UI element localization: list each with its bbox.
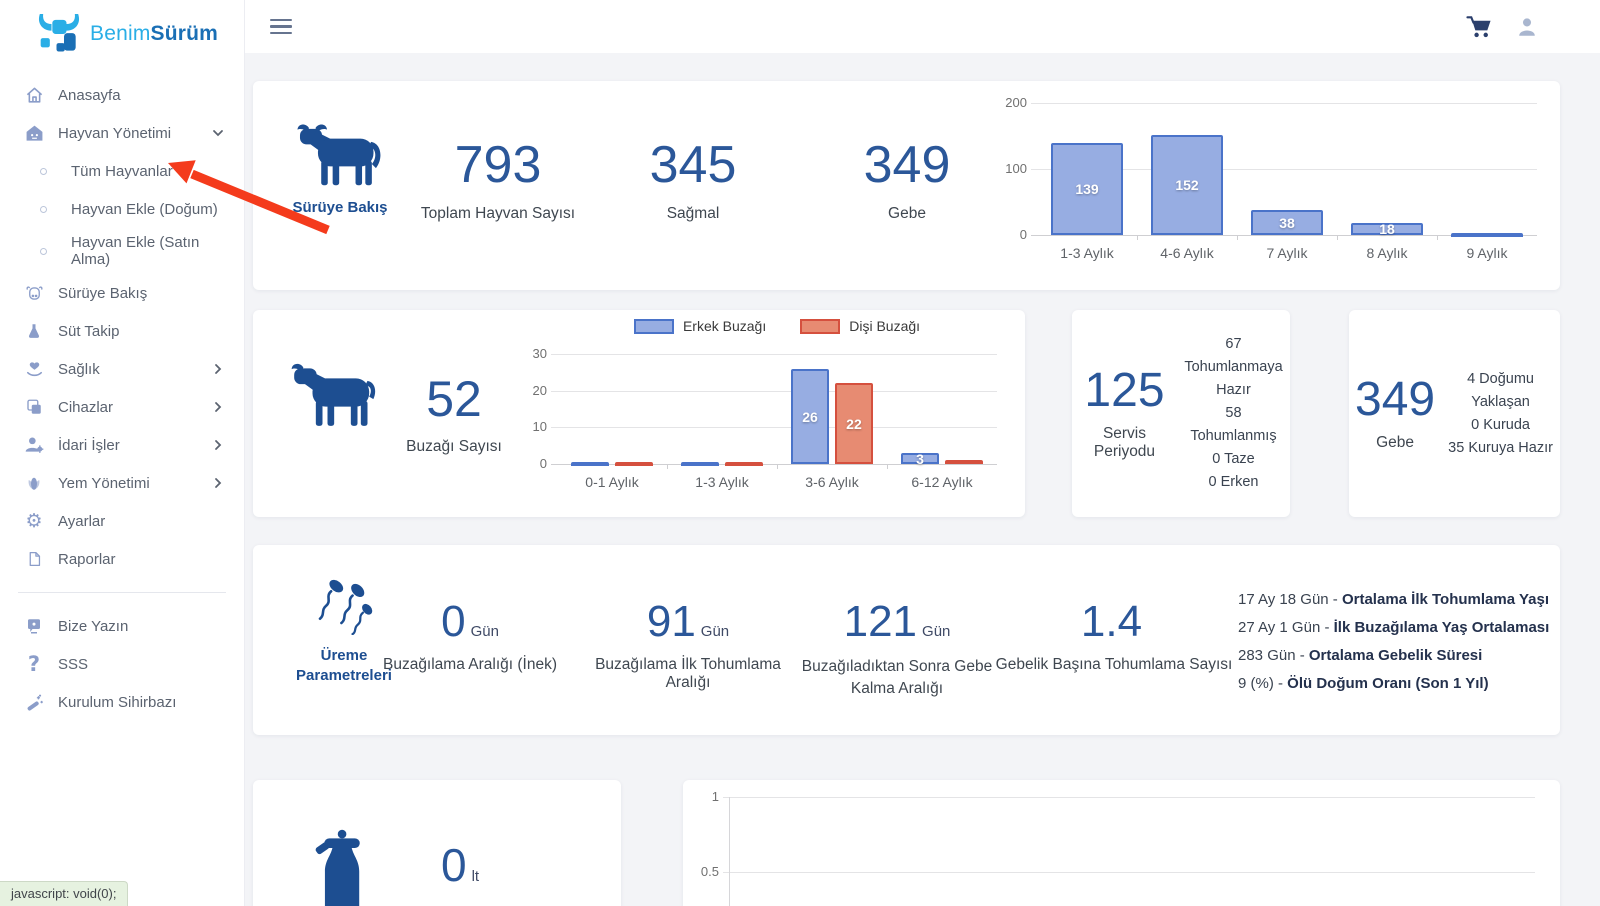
note-line: 27 Ay 1 Gün - İlk Buzağılama Yaş Ortalam… <box>1238 619 1550 636</box>
sidebar-item-bize-yazin[interactable]: Bize Yazın <box>0 607 244 645</box>
pregnant-details: 4 Doğumu Yaklaşan 0 Kuruda 35 Kuruya Haz… <box>1448 370 1553 456</box>
magic-wand-icon <box>24 692 44 712</box>
stat-pregnant-count: 349 Gebe <box>1355 372 1436 451</box>
gear-icon: ⚙ <box>25 509 43 532</box>
user-gear-icon <box>24 435 44 455</box>
sidebar-item-kurulum-sihirbazi[interactable]: Kurulum Sihirbazı <box>0 683 244 721</box>
chevron-right-icon <box>212 363 224 375</box>
corn-feed-icon <box>24 473 44 493</box>
sidebar-item-tum-hayvanlar[interactable]: Tüm Hayvanlar <box>0 152 244 190</box>
milk-chart: 0.5 1 <box>683 780 1560 906</box>
herd-overview-icon-block: Sürüye Bakış <box>267 123 413 218</box>
stat-calving-interval: 0 Gün Buzağılama Aralığı (İnek) <box>382 597 558 674</box>
sidebar-item-hayvan-ekle-dogum[interactable]: Hayvan Ekle (Doğum) <box>0 190 244 228</box>
note-line: 9 (%) - Ölü Doğum Oranı (Son 1 Yıl) <box>1238 675 1489 692</box>
service-period-details: 67 Tohumlanmaya Hazır 58 Tohumlanmış 0 T… <box>1184 336 1283 490</box>
sidebar-item-sss[interactable]: ? SSS <box>0 645 244 683</box>
sidebar-item-saglik[interactable]: Sağlık <box>0 350 244 388</box>
stat-total-animals: 793 Toplam Hayvan Sayısı <box>420 136 576 222</box>
calf-card: 52 Buzağı Sayısı 0 10 20 30 0-1 Aylık 1-3 Ayl… <box>253 310 1025 517</box>
stat-inseminations-per-pregnancy: 1.4 Gebelik Başına Tohumlama Sayısı <box>995 597 1233 674</box>
sidebar-item-raporlar[interactable]: Raporlar <box>0 540 244 578</box>
sidebar-item-ayarlar[interactable]: ⚙ Ayarlar <box>0 502 244 540</box>
sidebar-footer-nav: Bize Yazın ? SSS Kurulum Sihirbazı <box>0 607 244 721</box>
pregnant-card: 349 Gebe 4 Doğumu Yaklaşan 0 Kuruda 35 K… <box>1349 310 1560 517</box>
stat-milk-total: 0 lt <box>441 839 480 891</box>
note-line: 283 Gün - Ortalama Gebelik Süresi <box>1238 647 1483 664</box>
bullet-icon <box>40 167 47 175</box>
calf-icon <box>291 363 376 426</box>
sidebar-item-hayvan-yonetimi[interactable]: Hayvan Yönetimi <box>0 114 244 152</box>
question-mark-icon: ? <box>27 651 41 676</box>
home-icon <box>24 85 44 105</box>
breeding-notes: 17 Ay 18 Gün - Ortalama İlk Tohumlama Ya… <box>1238 591 1553 703</box>
bull-logo-icon <box>38 14 80 52</box>
stat-milking: 345 Sağmal <box>649 136 737 222</box>
app-name: BenimSürüm <box>90 22 219 45</box>
bullet-icon <box>40 205 47 213</box>
herd-age-distribution-chart: 0 100 200 1-3 Aylık 139 4-6 Aylık 152 7 Aylık 38… <box>993 93 1548 283</box>
chevron-down-icon <box>212 127 224 139</box>
sidebar-item-sut-takip[interactable]: Süt Takip <box>0 312 244 350</box>
devices-icon <box>24 397 44 417</box>
main-content: Sürüye Bakış 793 Toplam Hayvan Sayısı 34… <box>245 53 1600 906</box>
cow-head-icon <box>24 283 44 303</box>
sidebar-item-idari-isler[interactable]: İdari İşler <box>0 426 244 464</box>
chevron-right-icon <box>212 477 224 489</box>
cow-icon <box>297 124 381 186</box>
herd-overview-title: Sürüye Bakış <box>292 199 388 216</box>
status-link-tooltip: javascript: void(0); <box>0 881 129 906</box>
health-hand-heart-icon <box>24 359 44 379</box>
chevron-right-icon <box>212 439 224 451</box>
breeding-card: Üreme Parametreleri 0 Gün Buzağılama Aral… <box>253 545 1560 735</box>
topbar <box>245 0 1600 53</box>
cart-icon[interactable] <box>1466 15 1492 39</box>
service-period-card: 125 Servis Periyodu 67 Tohumlanmaya Hazı… <box>1072 310 1290 517</box>
sidebar: BenimSürüm Anasayfa Hayvan Yönetimi Tüm … <box>0 0 245 906</box>
herd-overview-card: Sürüye Bakış 793 Toplam Hayvan Sayısı 34… <box>253 81 1560 290</box>
user-icon[interactable] <box>1516 16 1538 38</box>
barn-icon <box>24 123 44 143</box>
stat-calf-count: 52 Buzağı Sayısı <box>406 371 502 455</box>
sidebar-item-cihazlar[interactable]: Cihazlar <box>0 388 244 426</box>
document-icon <box>24 549 44 569</box>
bullet-icon <box>40 247 47 255</box>
sidebar-item-yem-yonetimi[interactable]: Yem Yönetimi <box>0 464 244 502</box>
sidebar-divider <box>18 592 226 593</box>
chat-icon <box>24 616 44 636</box>
stat-days-open: 121 Gün Buzağıladıktan Sonra Gebe Kalma A… <box>801 597 993 698</box>
chevron-right-icon <box>212 401 224 413</box>
note-line: 17 Ay 18 Gün - Ortalama İlk Tohumlama Ya… <box>1238 591 1550 608</box>
calf-gender-age-chart: 0 10 20 30 0-1 Aylık 1-3 Aylık 3-6 Aylık 26 22 6-… <box>511 316 1016 514</box>
sidebar-item-suruye-bakis[interactable]: Sürüye Bakış <box>0 274 244 312</box>
milk-chart-card: 0.5 1 <box>683 780 1560 906</box>
stat-service-period: 125 Servis Periyodu <box>1084 363 1165 460</box>
hamburger-menu-icon[interactable] <box>270 15 292 39</box>
stat-pregnant: 349 Gebe <box>863 136 951 222</box>
milk-card: 0 lt <box>253 780 621 906</box>
stat-first-insemination-interval: 91 Gün Buzağılama İlk Tohumlama Aralığı <box>595 597 781 692</box>
milk-can-icon <box>315 829 360 906</box>
sidebar-item-hayvan-ekle-satin-alma[interactable]: Hayvan Ekle (Satın Alma) <box>0 228 220 274</box>
sidebar-nav: Anasayfa Hayvan Yönetimi Tüm Hayvanlar H… <box>0 76 244 578</box>
flask-icon <box>24 321 44 341</box>
app-logo[interactable]: BenimSürüm <box>0 0 244 58</box>
sidebar-item-anasayfa[interactable]: Anasayfa <box>0 76 244 114</box>
